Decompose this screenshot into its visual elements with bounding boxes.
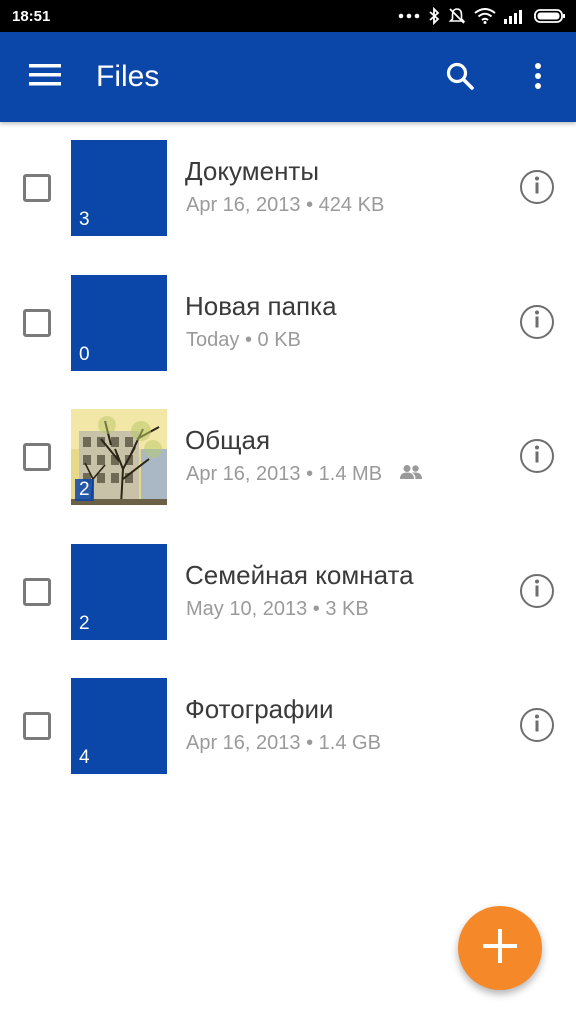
item-meta: Today • 0 KB bbox=[186, 329, 301, 352]
bluetooth-icon bbox=[428, 7, 440, 25]
info-button[interactable] bbox=[520, 304, 554, 339]
more-vert-icon bbox=[534, 62, 542, 95]
battery-icon bbox=[534, 8, 566, 24]
item-count: 2 bbox=[79, 612, 90, 634]
list-item[interactable]: 4 Фотографии Apr 16, 2013 • 1.4 GB bbox=[0, 660, 576, 795]
item-size: 3 KB bbox=[325, 597, 369, 620]
item-meta: May 10, 2013 • 3 KB bbox=[186, 598, 369, 621]
item-name: Общая bbox=[185, 425, 271, 455]
item-date: May 10, 2013 bbox=[186, 597, 308, 620]
item-size: 0 KB bbox=[257, 328, 301, 351]
list-item[interactable]: 2 Общая Apr 16, 2013 • 1.4 MB bbox=[0, 391, 576, 526]
item-name: Новая папка bbox=[185, 290, 337, 321]
item-size: 424 KB bbox=[318, 194, 385, 216]
photo-thumbnail: 2 bbox=[71, 409, 167, 505]
info-button[interactable] bbox=[520, 573, 554, 608]
item-date: Today bbox=[186, 328, 240, 351]
dots-icon bbox=[398, 13, 420, 19]
menu-button[interactable] bbox=[18, 56, 72, 98]
info-icon bbox=[534, 579, 540, 602]
item-name: Документы bbox=[185, 156, 320, 186]
list-item[interactable]: 3 Документы Apr 16, 2013 • 424 KB bbox=[0, 122, 576, 257]
item-meta: Apr 16, 2013 • 1.4 MB bbox=[186, 463, 424, 486]
select-checkbox[interactable] bbox=[23, 174, 51, 202]
select-checkbox[interactable] bbox=[23, 443, 51, 471]
item-count: 4 bbox=[79, 747, 90, 768]
status-icons bbox=[398, 7, 566, 25]
info-icon bbox=[534, 714, 540, 737]
item-size: 1.4 GB bbox=[318, 732, 381, 754]
status-time: 18:51 bbox=[12, 7, 51, 25]
meta-separator: • bbox=[306, 194, 314, 216]
item-date: Apr 16, 2013 bbox=[186, 732, 301, 754]
info-button[interactable] bbox=[520, 170, 554, 204]
more-options-button[interactable] bbox=[516, 54, 560, 102]
menu-icon bbox=[29, 63, 61, 91]
page-title: Files bbox=[96, 60, 160, 93]
item-count: 3 bbox=[79, 209, 90, 230]
list-item[interactable]: 0 Новая папка Today • 0 KB bbox=[0, 257, 576, 392]
plus-icon bbox=[483, 928, 517, 968]
shared-people-icon bbox=[398, 463, 424, 486]
search-button[interactable] bbox=[436, 54, 484, 102]
info-icon bbox=[534, 445, 540, 468]
folder-thumbnail: 2 bbox=[71, 543, 167, 640]
muted-bell-icon bbox=[448, 7, 466, 25]
folder-thumbnail: 4 bbox=[71, 678, 167, 774]
folder-thumbnail: 3 bbox=[71, 140, 167, 236]
item-name: Семейная комната bbox=[185, 559, 414, 590]
signal-icon bbox=[504, 8, 526, 24]
folder-thumbnail: 0 bbox=[71, 274, 167, 371]
info-button[interactable] bbox=[520, 708, 554, 742]
select-checkbox[interactable] bbox=[23, 577, 51, 606]
info-button[interactable] bbox=[520, 439, 554, 473]
meta-separator: • bbox=[312, 597, 320, 620]
item-name: Фотографии bbox=[185, 694, 334, 724]
item-meta: Apr 16, 2013 • 1.4 GB bbox=[186, 732, 381, 755]
item-meta: Apr 16, 2013 • 424 KB bbox=[186, 194, 384, 217]
item-count: 0 bbox=[79, 343, 90, 365]
status-bar: 18:51 bbox=[0, 0, 576, 32]
info-icon bbox=[534, 176, 540, 199]
select-checkbox[interactable] bbox=[23, 308, 51, 337]
list-item[interactable]: 2 Семейная комната May 10, 2013 • 3 KB bbox=[0, 526, 576, 661]
item-date: Apr 16, 2013 bbox=[186, 194, 301, 216]
select-checkbox[interactable] bbox=[23, 712, 51, 740]
item-count: 2 bbox=[75, 479, 94, 501]
search-icon bbox=[445, 61, 475, 96]
meta-separator: • bbox=[306, 732, 314, 754]
wifi-icon bbox=[474, 8, 496, 24]
add-button[interactable] bbox=[458, 906, 542, 990]
info-icon bbox=[534, 310, 540, 333]
meta-separator: • bbox=[244, 328, 252, 351]
meta-separator: • bbox=[306, 463, 314, 485]
item-size: 1.4 MB bbox=[318, 463, 383, 485]
item-date: Apr 16, 2013 bbox=[186, 463, 301, 485]
file-list: 3 Документы Apr 16, 2013 • 424 KB 0 Нова… bbox=[0, 122, 576, 795]
app-bar: Files bbox=[0, 32, 576, 122]
